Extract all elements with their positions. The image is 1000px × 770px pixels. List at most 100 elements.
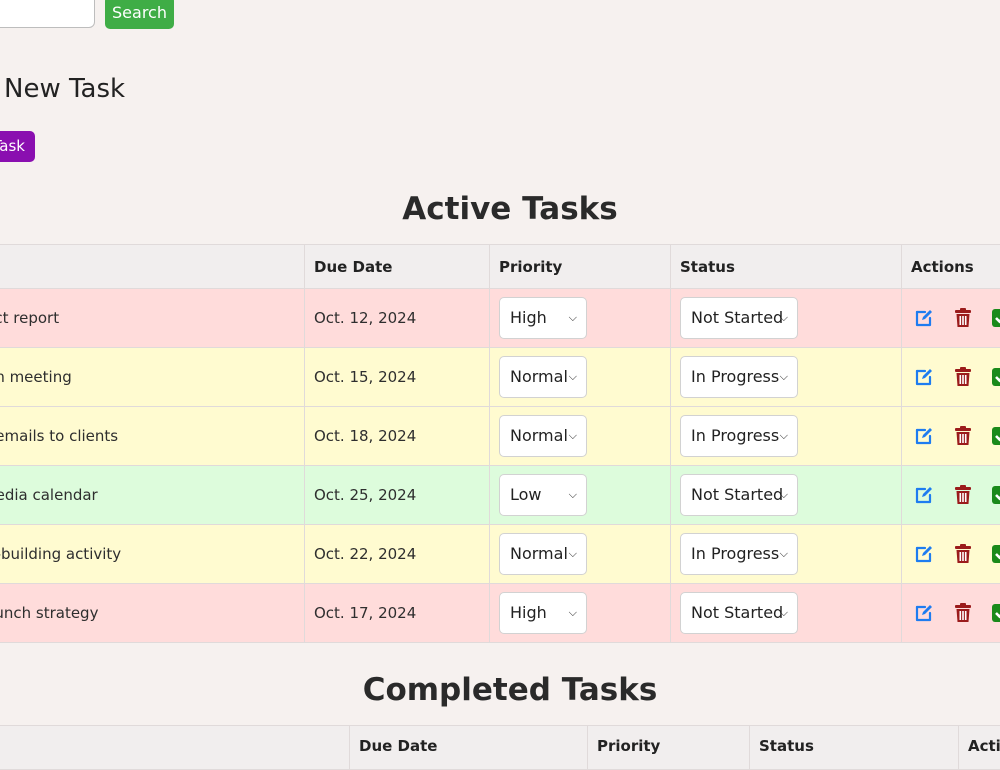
actions-cell (902, 584, 1000, 643)
task-due-date: Oct. 25, 2024 (305, 466, 490, 525)
priority-select[interactable]: Normal⌵ (499, 356, 587, 398)
status-value: In Progress (691, 426, 779, 445)
status-select[interactable]: In Progress⌵ (680, 415, 798, 457)
trash-icon[interactable] (953, 426, 972, 446)
actions-cell (902, 348, 1000, 407)
table-row: am meetingOct. 15, 2024Normal⌵In Progres… (0, 348, 1000, 407)
status-cell: Not Started⌵ (671, 584, 902, 643)
column-header-status: Status (671, 245, 902, 289)
trash-icon[interactable] (953, 308, 972, 328)
search-button[interactable]: Search (105, 0, 174, 29)
chevron-down-icon: ⌵ (780, 298, 788, 338)
status-select[interactable]: Not Started⌵ (680, 474, 798, 516)
priority-value: High (510, 603, 547, 622)
priority-value: Normal (510, 544, 568, 563)
edit-icon[interactable] (914, 367, 934, 387)
task-due-date: Oct. 17, 2024 (305, 584, 490, 643)
trash-icon[interactable] (953, 544, 972, 564)
status-cell: In Progress⌵ (671, 407, 902, 466)
status-cell: Not Started⌵ (671, 466, 902, 525)
status-value: Not Started (691, 485, 783, 504)
chevron-down-icon: ⌵ (569, 593, 577, 633)
check-square-icon[interactable] (991, 426, 1000, 446)
actions-cell (902, 466, 1000, 525)
task-due-date: Oct. 12, 2024 (305, 289, 490, 348)
search-input[interactable] (0, 0, 95, 28)
status-cell: Not Started⌵ (671, 289, 902, 348)
priority-value: High (510, 308, 547, 327)
task-title: ject report (0, 289, 305, 348)
add-task-button[interactable]: Task (0, 131, 35, 162)
chevron-down-icon: ⌵ (569, 475, 577, 515)
priority-select[interactable]: High ⌵ (499, 592, 587, 634)
status-value: Not Started (691, 308, 783, 327)
status-select[interactable]: Not Started⌵ (680, 592, 798, 634)
task-due-date: Oct. 18, 2024 (305, 407, 490, 466)
chevron-down-icon: ⌵ (569, 534, 577, 574)
chevron-down-icon: ⌵ (780, 534, 788, 574)
edit-icon[interactable] (914, 426, 934, 446)
chevron-down-icon: ⌵ (569, 298, 577, 338)
priority-select[interactable]: Normal⌵ (499, 415, 587, 457)
chevron-down-icon: ⌵ (780, 357, 788, 397)
table-row: media calendarOct. 25, 2024Low⌵Not Start… (0, 466, 1000, 525)
column-header-due-date: Due Date (305, 245, 490, 289)
edit-icon[interactable] (914, 485, 934, 505)
column-header-task (0, 726, 350, 770)
status-select[interactable]: Not Started⌵ (680, 297, 798, 339)
priority-select[interactable]: Low ⌵ (499, 474, 587, 516)
task-title: media calendar (0, 466, 305, 525)
edit-icon[interactable] (914, 308, 934, 328)
trash-icon[interactable] (953, 603, 972, 623)
status-value: In Progress (691, 367, 779, 386)
priority-value: Normal (510, 367, 568, 386)
table-header-row: Due Date Priority Status Actions (0, 245, 1000, 289)
column-header-task (0, 245, 305, 289)
actions-cell (902, 407, 1000, 466)
trash-icon[interactable] (953, 367, 972, 387)
check-square-icon[interactable] (991, 603, 1000, 623)
priority-select[interactable]: High ⌵ (499, 297, 587, 339)
status-select[interactable]: In Progress⌵ (680, 356, 798, 398)
chevron-down-icon: ⌵ (780, 593, 788, 633)
priority-cell: High ⌵ (490, 289, 671, 348)
column-header-status: Status (750, 726, 959, 770)
column-header-actions: Actions (902, 245, 1000, 289)
chevron-down-icon: ⌵ (569, 416, 577, 456)
check-square-icon[interactable] (991, 544, 1000, 564)
status-cell: In Progress⌵ (671, 525, 902, 584)
table-row: launch strategyOct. 17, 2024High⌵Not Sta… (0, 584, 1000, 643)
priority-select[interactable]: Normal⌵ (499, 533, 587, 575)
trash-icon[interactable] (953, 485, 972, 505)
task-title: m-building activity (0, 525, 305, 584)
column-header-priority: Priority (490, 245, 671, 289)
status-value: Not Started (691, 603, 783, 622)
table-row: ject reportOct. 12, 2024High⌵Not Started… (0, 289, 1000, 348)
completed-tasks-title: Completed Tasks (0, 672, 1000, 708)
edit-icon[interactable] (914, 603, 934, 623)
task-title: p emails to clients (0, 407, 305, 466)
check-square-icon[interactable] (991, 485, 1000, 505)
chevron-down-icon: ⌵ (780, 475, 788, 515)
table-header-row: Due Date Priority Status Actio (0, 726, 1000, 770)
priority-value: Low (510, 485, 542, 504)
status-select[interactable]: In Progress⌵ (680, 533, 798, 575)
task-title: launch strategy (0, 584, 305, 643)
check-square-icon[interactable] (991, 308, 1000, 328)
task-title: am meeting (0, 348, 305, 407)
priority-value: Normal (510, 426, 568, 445)
priority-cell: Normal⌵ (490, 525, 671, 584)
chevron-down-icon: ⌵ (780, 416, 788, 456)
status-value: In Progress (691, 544, 779, 563)
priority-cell: Low ⌵ (490, 466, 671, 525)
completed-tasks-table: Due Date Priority Status Actio (0, 725, 1000, 770)
actions-cell (902, 289, 1000, 348)
edit-icon[interactable] (914, 544, 934, 564)
new-task-heading: New Task (4, 74, 125, 104)
check-square-icon[interactable] (991, 367, 1000, 387)
task-due-date: Oct. 15, 2024 (305, 348, 490, 407)
task-due-date: Oct. 22, 2024 (305, 525, 490, 584)
chevron-down-icon: ⌵ (569, 357, 577, 397)
priority-cell: Normal⌵ (490, 407, 671, 466)
table-row: m-building activityOct. 22, 2024Normal⌵I… (0, 525, 1000, 584)
